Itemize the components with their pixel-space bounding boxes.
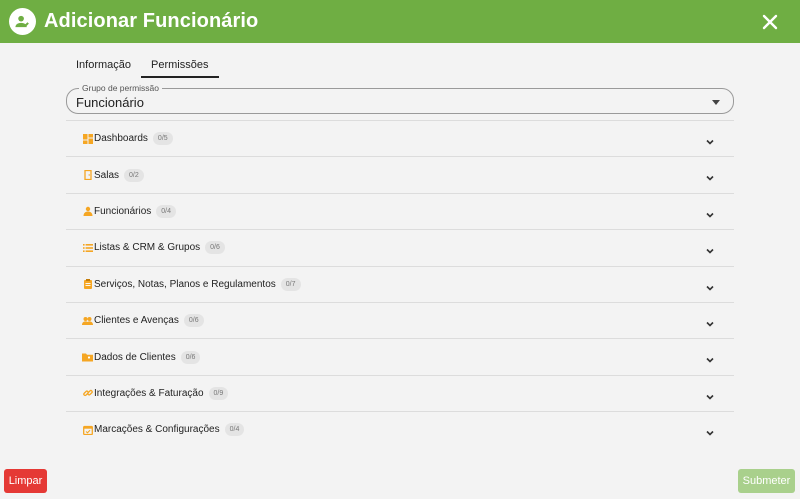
tab-bar: Informação Permissões [66, 54, 219, 78]
section-funcionarios[interactable]: Funcionários 0/4 [66, 192, 734, 229]
section-dados-clientes[interactable]: Dados de Clientes 0/6 [66, 338, 734, 374]
section-clientes-avencas[interactable]: Clientes e Avenças 0/6 [66, 301, 734, 338]
count-badge: 0/4 [156, 204, 176, 218]
tab-permissoes[interactable]: Permissões [141, 54, 219, 78]
close-icon[interactable] [759, 11, 781, 33]
section-label: Marcações & Configurações [94, 424, 220, 436]
section-integracoes-faturacao[interactable]: Integrações & Faturação 0/9 [66, 374, 734, 411]
count-badge: 0/5 [152, 132, 173, 146]
group-icon [82, 315, 93, 326]
person-icon [82, 206, 93, 217]
section-label: Funcionários [94, 205, 152, 217]
count-badge: 0/6 [180, 350, 201, 364]
section-label: Dados de Clientes [94, 351, 176, 363]
door-icon [82, 170, 93, 181]
link-icon [82, 388, 93, 399]
section-servicos[interactable]: Serviços, Notas, Planos e Regulamentos 0… [66, 265, 734, 302]
chevron-down-icon[interactable] [705, 352, 715, 363]
section-label: Salas [94, 169, 120, 181]
folder-icon [82, 352, 93, 363]
section-label: Serviços, Notas, Planos e Regulamentos [94, 278, 276, 290]
chevron-down-icon[interactable] [705, 134, 715, 145]
count-badge: 0/2 [124, 168, 144, 182]
clear-button[interactable]: Limpar [4, 469, 47, 493]
calendar-icon [82, 424, 93, 435]
permission-group-select[interactable]: Grupo de permissão Funcionário [66, 83, 734, 114]
section-label: Clientes e Avenças [94, 315, 179, 327]
person-add-icon [9, 8, 36, 35]
chevron-down-icon[interactable] [705, 207, 715, 218]
section-listas-crm-grupos[interactable]: Listas & CRM & Grupos 0/6 [66, 229, 734, 265]
section-marcacoes-configuracoes[interactable]: Marcações & Configurações 0/4 [66, 411, 734, 447]
chevron-down-icon[interactable] [705, 243, 715, 254]
list-icon [82, 242, 93, 253]
permission-group-legend: Grupo de permissão [79, 83, 163, 93]
clipboard-icon [82, 279, 93, 290]
section-label: Integrações & Faturação [94, 387, 204, 399]
chevron-down-icon[interactable] [705, 425, 715, 436]
section-label: Listas & CRM & Grupos [94, 242, 201, 254]
submit-button[interactable]: Submeter [738, 469, 795, 493]
count-badge: 0/6 [205, 241, 225, 255]
count-badge: 0/4 [224, 423, 245, 437]
chevron-down-icon[interactable] [705, 389, 715, 400]
caret-down-icon [712, 100, 720, 105]
chevron-down-icon[interactable] [705, 316, 715, 327]
dialog-title: Adicionar Funcionário [44, 10, 259, 32]
chevron-down-icon[interactable] [705, 170, 715, 182]
section-dashboards[interactable]: Dashboards 0/5 [66, 120, 734, 156]
permission-group-value: Funcionário [76, 95, 144, 110]
count-badge: 0/6 [183, 314, 204, 328]
count-badge: 0/7 [280, 277, 301, 291]
dialog-header: Adicionar Funcionário [0, 0, 800, 43]
chevron-down-icon[interactable] [705, 280, 715, 291]
section-salas[interactable]: Salas 0/2 [66, 156, 734, 192]
section-label: Dashboards [94, 133, 148, 145]
dashboard-icon [82, 133, 93, 144]
count-badge: 0/9 [208, 386, 229, 400]
permission-sections: Dashboards 0/5 Salas 0/2 Funcionários 0/… [66, 120, 734, 448]
tab-informacao[interactable]: Informação [66, 54, 141, 78]
